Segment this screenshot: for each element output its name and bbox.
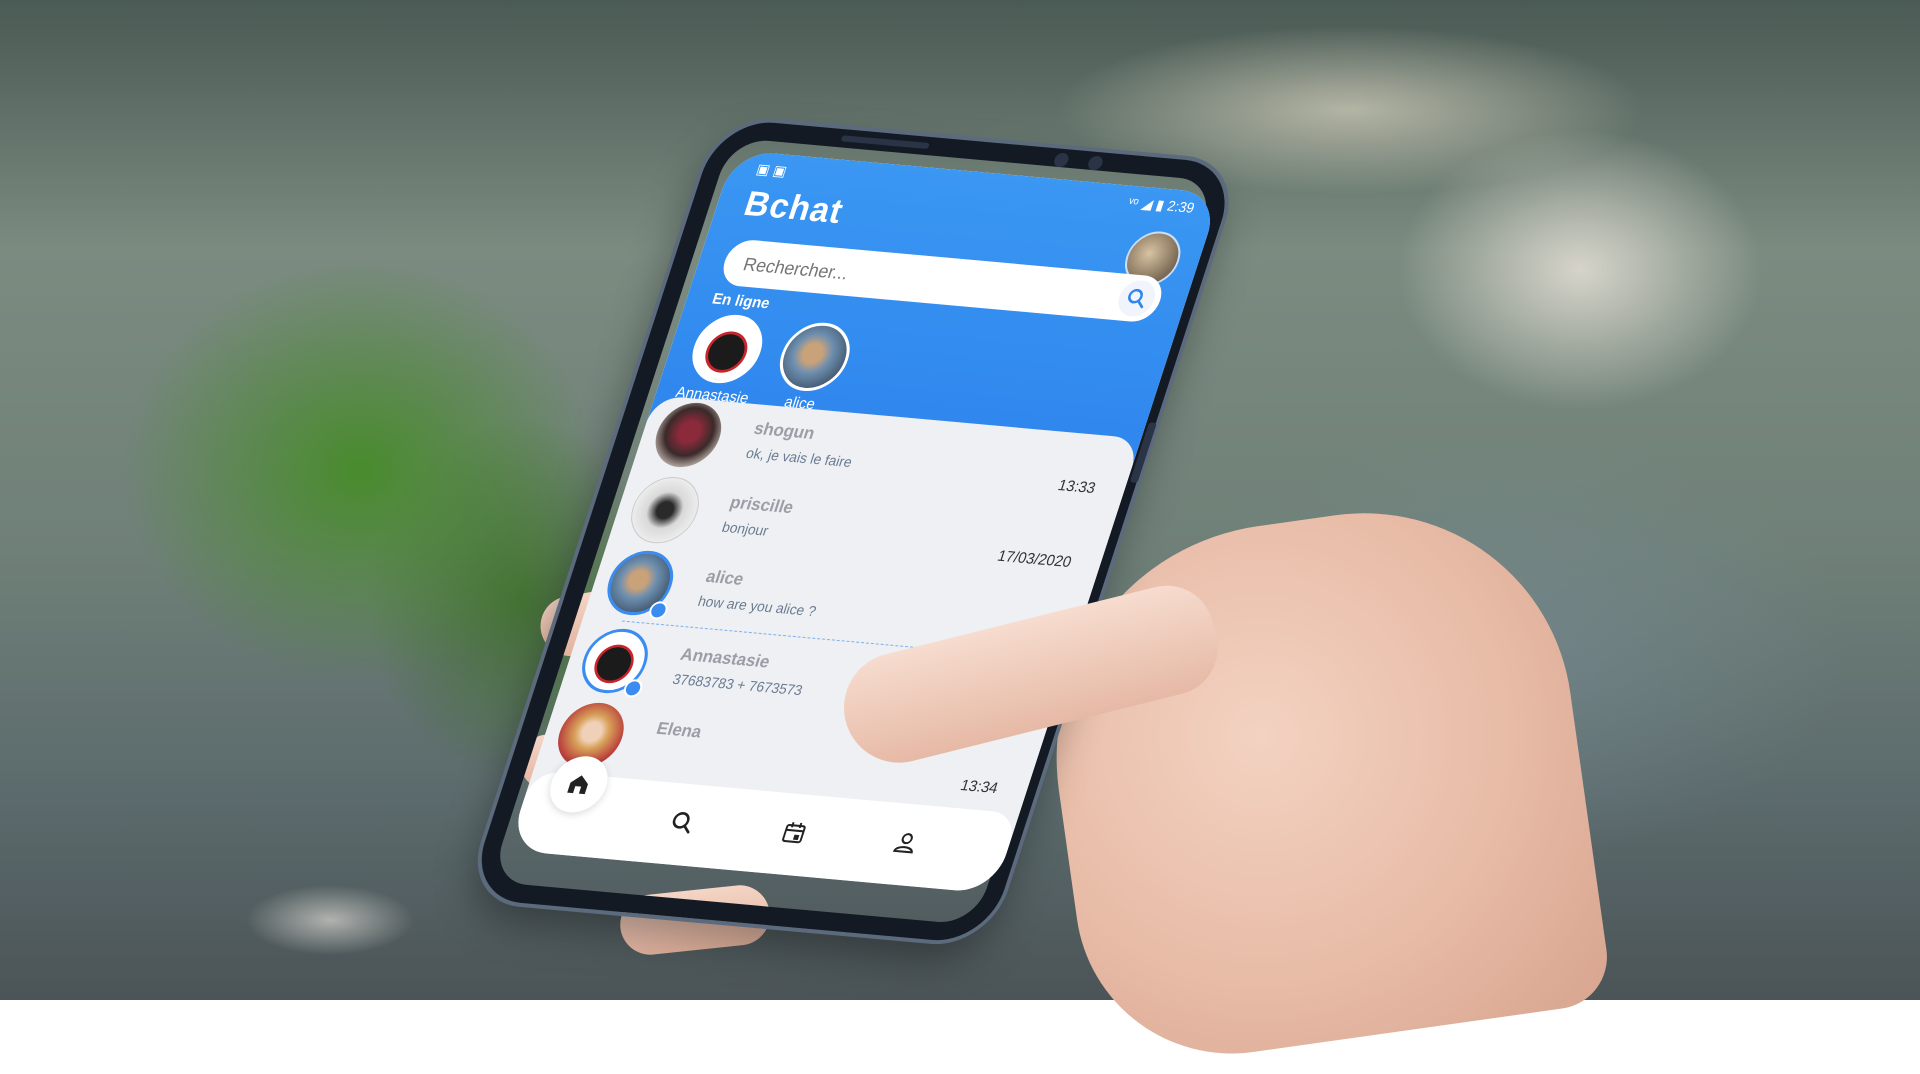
avatar (622, 474, 708, 546)
chat-name: priscille (727, 492, 797, 518)
status-signal-icons: ᵛᵒ ◢ ▮ (1126, 193, 1167, 214)
status-right: ᵛᵒ ◢ ▮ 2:39 (1126, 193, 1197, 217)
nav-profile-button[interactable] (885, 825, 926, 860)
profile-icon (892, 833, 913, 854)
chat-message: how are you alice ? (695, 592, 819, 620)
front-camera (1052, 152, 1071, 168)
search-button[interactable] (1113, 278, 1161, 318)
chat-time: 13:33 (1055, 476, 1098, 498)
avatar (573, 626, 657, 696)
calendar-icon (782, 822, 806, 844)
chat-time: 13:34 (958, 776, 1001, 798)
chat-message: ok, je vais le faire (744, 444, 855, 471)
nav-calendar-button[interactable] (773, 815, 814, 850)
chat-name: alice (703, 566, 747, 589)
chat-name: Annastasie (678, 644, 773, 672)
avatar (646, 400, 730, 470)
status-time: 2:39 (1165, 197, 1197, 216)
nav-search-button[interactable] (662, 805, 703, 840)
search-icon (1128, 288, 1144, 309)
chat-message: 37683783 + 7673573 (670, 670, 805, 699)
phone-speaker (840, 135, 930, 150)
front-sensor (1086, 155, 1105, 171)
app-title: Bchat (739, 184, 849, 232)
chat-name: shogun (751, 418, 818, 443)
search-icon (672, 812, 690, 834)
avatar (770, 319, 859, 394)
chat-name: Elena (654, 718, 705, 742)
search-input[interactable] (737, 249, 1081, 308)
status-left-icons: ▣ ▣ (754, 160, 790, 180)
avatar (598, 548, 682, 618)
chat-time: 17/03/2020 (995, 547, 1074, 572)
search-bar (717, 238, 1168, 324)
online-label: En ligne (709, 290, 773, 313)
home-icon (567, 775, 588, 795)
avatar (683, 312, 772, 386)
chat-message: bonjour (720, 518, 771, 539)
